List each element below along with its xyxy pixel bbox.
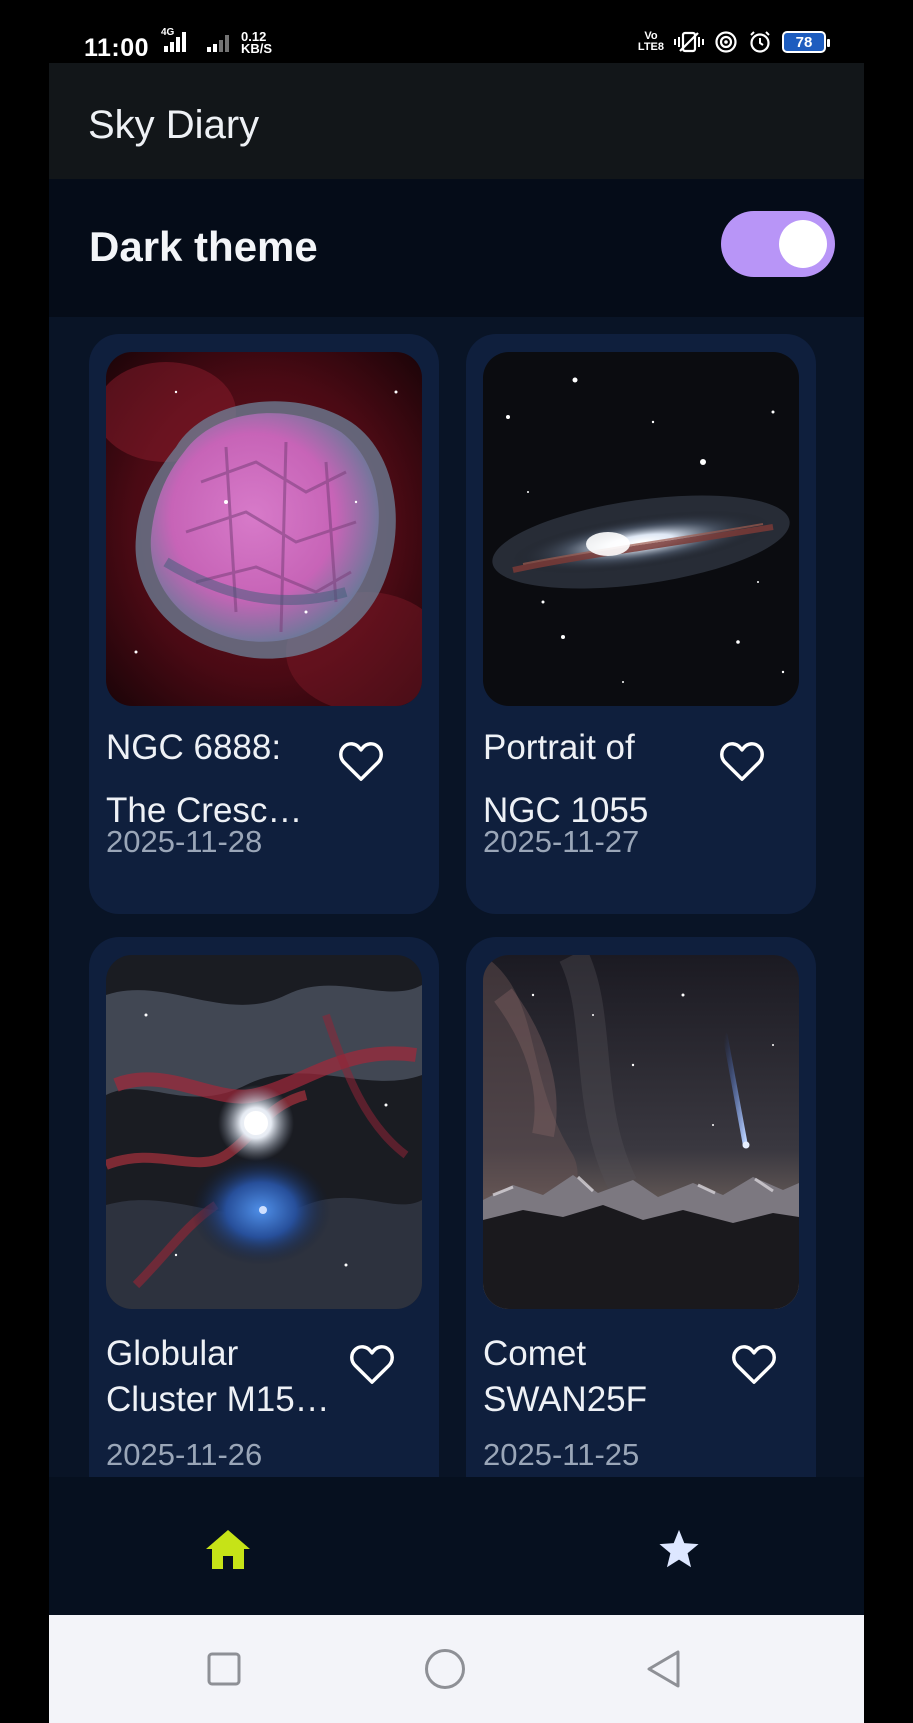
apod-title-line2: SWAN25F — [483, 1380, 648, 1419]
app-screen: 11:00 4G 0.12 KB/S Vo LTE8 78 Sky Diary … — [49, 0, 864, 1723]
apod-title-line1: NGC 6888: — [106, 728, 282, 767]
app-title: Sky Diary — [88, 103, 260, 147]
heart-icon[interactable] — [349, 1342, 395, 1386]
recents-button[interactable] — [207, 1652, 241, 1686]
apod-date: 2025-11-26 — [106, 1437, 263, 1472]
dark-theme-toggle[interactable] — [721, 211, 835, 277]
apod-title-line1: Portrait of — [483, 728, 635, 767]
comet-image — [483, 955, 799, 1309]
star-icon[interactable] — [657, 1528, 701, 1570]
globular-cluster-image — [106, 955, 422, 1309]
battery-icon: 78 — [782, 31, 830, 53]
apod-title-line2: Cluster M15… — [106, 1380, 330, 1419]
crescent-nebula-image — [106, 352, 422, 706]
toggle-knob — [779, 220, 827, 268]
battery-level: 78 — [795, 34, 813, 51]
dark-theme-setting: Dark theme — [49, 179, 864, 317]
apod-card[interactable]: Comet SWAN25F 2025-11-25 — [466, 937, 816, 1477]
hotspot-icon — [715, 31, 737, 53]
network-speed: 0.12 KB/S — [241, 30, 273, 56]
heart-icon[interactable] — [338, 739, 384, 783]
app-bar: Sky Diary — [49, 63, 864, 179]
heart-icon[interactable] — [719, 739, 765, 783]
apod-card[interactable]: NGC 6888: The Cresc… 2025-11-28 — [89, 334, 439, 914]
apod-title-line1: Globular — [106, 1334, 239, 1373]
status-icons: Vo LTE8 78 — [638, 30, 830, 54]
volte-indicator: Vo LTE8 — [638, 31, 664, 53]
apod-date: 2025-11-28 — [106, 824, 263, 859]
home-button[interactable] — [424, 1648, 466, 1690]
galaxy-image — [483, 352, 799, 706]
apod-card[interactable]: Globular Cluster M15… 2025-11-26 — [89, 937, 439, 1477]
signal-icon — [164, 30, 186, 52]
apod-title: Comet SWAN25F — [483, 1331, 713, 1423]
network-speed-unit: KB/S — [241, 41, 273, 56]
system-navigation-bar — [49, 1615, 864, 1723]
apod-date: 2025-11-27 — [483, 824, 640, 859]
apod-title: Globular Cluster M15… — [106, 1331, 336, 1423]
vibrate-icon — [674, 31, 704, 53]
bottom-navigation — [49, 1477, 864, 1615]
dark-theme-label: Dark theme — [89, 223, 318, 270]
apod-grid[interactable]: NGC 6888: The Cresc… 2025-11-28 Portrait… — [49, 317, 864, 1477]
heart-icon[interactable] — [731, 1342, 777, 1386]
home-icon[interactable] — [204, 1527, 252, 1571]
alarm-icon — [750, 31, 770, 53]
status-time: 11:00 — [84, 34, 150, 62]
volte-bottom: LTE8 — [637, 41, 664, 53]
back-button[interactable] — [645, 1649, 683, 1689]
status-bar: 11:00 4G 0.12 KB/S Vo LTE8 78 — [49, 0, 864, 63]
apod-card[interactable]: Portrait of NGC 1055 2025-11-27 — [466, 334, 816, 914]
signal-icon — [207, 30, 229, 52]
apod-title-line1: Comet — [483, 1334, 587, 1373]
apod-date: 2025-11-25 — [483, 1437, 640, 1472]
